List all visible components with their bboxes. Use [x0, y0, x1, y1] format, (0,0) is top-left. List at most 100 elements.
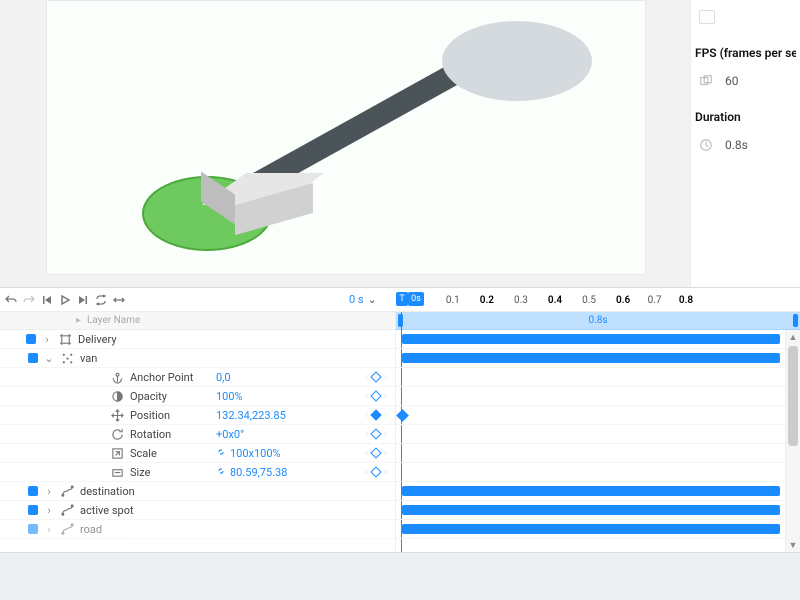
property-row[interactable]: Size‹›80.59,75.38	[0, 463, 395, 482]
track-row[interactable]	[396, 444, 800, 463]
layer-row[interactable]: ›Delivery	[0, 330, 395, 349]
track-row[interactable]	[396, 520, 800, 539]
current-time-display[interactable]: 0 s⌄	[349, 293, 377, 306]
layer-row[interactable]: ›active spot	[0, 501, 395, 520]
next-keyframe-button[interactable]: ›	[382, 410, 389, 421]
canvas-stage[interactable]	[46, 0, 646, 275]
prev-keyframe-button[interactable]: ‹	[363, 448, 370, 459]
panel-placeholder-icon	[699, 10, 715, 24]
keyframe-toggle[interactable]	[370, 390, 381, 401]
link-icon[interactable]	[216, 466, 226, 479]
property-name: Opacity	[130, 390, 167, 403]
work-area-end-handle[interactable]	[793, 314, 798, 327]
track-bar[interactable]	[402, 524, 780, 534]
property-value[interactable]: 132.34,223.85	[216, 409, 286, 422]
property-value[interactable]: 100%	[216, 390, 243, 403]
loop-button[interactable]	[94, 293, 108, 307]
track-row[interactable]	[396, 330, 800, 349]
layer-name: van	[80, 352, 97, 365]
next-keyframe-button[interactable]: ›	[382, 372, 389, 383]
keyframe-diamond[interactable]	[396, 409, 409, 422]
track-row[interactable]	[396, 406, 800, 425]
property-value[interactable]: 0,0	[216, 371, 231, 384]
fit-button[interactable]	[112, 293, 126, 307]
visibility-toggle[interactable]	[28, 524, 38, 534]
property-row[interactable]: Anchor Point ‹ › 0,0	[0, 368, 395, 387]
layer-row[interactable]: ›road	[0, 520, 395, 539]
keyframe-toggle[interactable]	[370, 447, 381, 458]
duration-label: Duration	[695, 110, 796, 124]
layer-row[interactable]: ⌄ van	[0, 349, 395, 368]
keyframe-toggle[interactable]	[370, 466, 381, 477]
prev-keyframe-button[interactable]: ‹	[363, 410, 370, 421]
path-icon	[60, 503, 74, 517]
track-row[interactable]	[396, 482, 800, 501]
next-keyframe-button[interactable]: ›	[382, 429, 389, 440]
playhead[interactable]: T	[396, 292, 408, 306]
track-bar[interactable]	[402, 334, 780, 344]
chevron-right-icon[interactable]: ›	[42, 333, 52, 346]
playhead-end[interactable]: 0s	[408, 292, 424, 306]
chevron-right-icon[interactable]: ›	[44, 504, 54, 517]
property-row[interactable]: Opacity ‹ › 100%	[0, 387, 395, 406]
path-icon	[60, 484, 74, 498]
visibility-toggle[interactable]	[26, 334, 36, 344]
skip-start-button[interactable]	[40, 293, 54, 307]
ruler-tick: 0.6	[616, 295, 630, 306]
track-bar[interactable]	[402, 486, 780, 496]
layer-row[interactable]: ›destination	[0, 482, 395, 501]
track-row[interactable]	[396, 387, 800, 406]
track-area[interactable]: 0.8s ▲ ▼	[396, 312, 800, 552]
property-value[interactable]: +0x0°	[216, 428, 244, 441]
property-row[interactable]: Position ‹ › 132.34,223.85	[0, 406, 395, 425]
property-name: Position	[130, 409, 170, 422]
property-row[interactable]: Scale‹›100x100%	[0, 444, 395, 463]
chevron-down-icon[interactable]: ⌄	[44, 352, 54, 365]
prev-keyframe-button[interactable]: ‹	[363, 429, 370, 440]
track-bar[interactable]	[402, 353, 780, 363]
prev-keyframe-button[interactable]: ‹	[363, 372, 370, 383]
scroll-thumb[interactable]	[788, 346, 798, 446]
prev-keyframe-button[interactable]: ‹	[363, 391, 370, 402]
chevron-right-icon[interactable]: ›	[44, 485, 54, 498]
undo-button[interactable]	[4, 293, 18, 307]
next-keyframe-button[interactable]: ›	[382, 448, 389, 459]
visibility-toggle[interactable]	[28, 353, 38, 363]
track-row[interactable]	[396, 349, 800, 368]
scroll-down-button[interactable]: ▼	[786, 538, 800, 552]
keyframe-toggle[interactable]	[370, 409, 381, 420]
track-bar[interactable]	[402, 505, 780, 515]
track-row[interactable]	[396, 501, 800, 520]
skip-end-button[interactable]	[76, 293, 90, 307]
play-button[interactable]	[58, 293, 72, 307]
size-icon	[110, 465, 124, 479]
timeline-panel: 0 s⌄ T 0s 0.10.20.30.40.50.60.70.8 ▸ Lay…	[0, 287, 800, 552]
time-ruler[interactable]: T 0s 0.10.20.30.40.50.60.70.8	[396, 288, 788, 312]
track-row[interactable]	[396, 425, 800, 444]
keyframe-toggle[interactable]	[370, 371, 381, 382]
track-row[interactable]	[396, 368, 800, 387]
next-keyframe-button[interactable]: ›	[382, 391, 389, 402]
property-row[interactable]: Rotation‹›+0x0°	[0, 425, 395, 444]
redo-button[interactable]	[22, 293, 36, 307]
visibility-toggle[interactable]	[28, 505, 38, 515]
timeline-toolbar: 0 s⌄ T 0s 0.10.20.30.40.50.60.70.8	[0, 288, 800, 312]
property-value[interactable]: 80.59,75.38	[230, 466, 287, 479]
property-value[interactable]: 100x100%	[230, 447, 281, 460]
property-name: Anchor Point	[130, 371, 193, 384]
fps-value-row[interactable]: 60	[695, 74, 796, 88]
group-icon	[60, 351, 74, 365]
track-scrollbar[interactable]: ▲ ▼	[785, 330, 800, 552]
link-icon[interactable]	[216, 447, 226, 460]
prev-keyframe-button[interactable]: ‹	[363, 467, 370, 478]
visibility-toggle[interactable]	[28, 486, 38, 496]
timeline-body: ▸ Layer Name ›Delivery⌄vanAnchor Point‹›…	[0, 312, 800, 552]
next-keyframe-button[interactable]: ›	[382, 467, 389, 478]
track-row[interactable]	[396, 463, 800, 482]
duration-value-row[interactable]: 0.8s	[695, 138, 796, 152]
keyframe-toggle[interactable]	[370, 428, 381, 439]
chevron-right-icon[interactable]: ›	[44, 523, 54, 536]
work-area-bar[interactable]: 0.8s	[396, 312, 800, 330]
scroll-up-button[interactable]: ▲	[786, 330, 800, 344]
hash-icon	[58, 332, 72, 346]
